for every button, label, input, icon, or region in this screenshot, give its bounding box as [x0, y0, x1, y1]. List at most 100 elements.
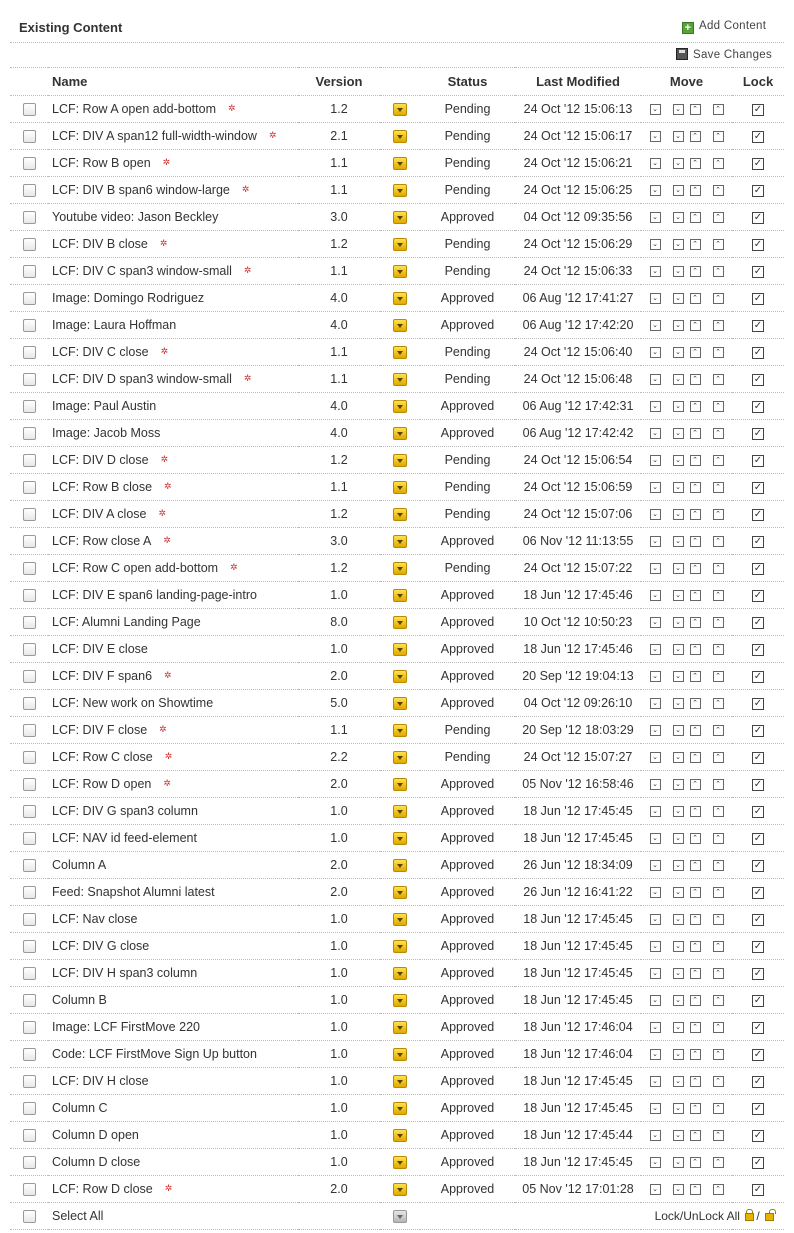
version-dropdown-icon[interactable]: [393, 562, 407, 576]
move-down-icon[interactable]: ⌄: [672, 671, 684, 683]
move-down-icon[interactable]: ⌄: [672, 779, 684, 791]
move-up-icon[interactable]: ⌃: [689, 725, 701, 737]
row-name[interactable]: LCF: DIV G close: [52, 939, 149, 953]
version-dropdown-icon[interactable]: [393, 157, 407, 171]
row-checkbox[interactable]: [22, 1021, 36, 1035]
row-name[interactable]: LCF: DIV B close: [52, 237, 148, 251]
row-checkbox[interactable]: [22, 886, 36, 900]
move-up-icon[interactable]: ⌃: [689, 1103, 701, 1115]
row-checkbox[interactable]: [22, 562, 36, 576]
move-up-icon[interactable]: ⌃: [689, 185, 701, 197]
move-bottom-icon[interactable]: ⌄: [649, 401, 661, 413]
move-down-icon[interactable]: ⌄: [672, 1184, 684, 1196]
row-checkbox[interactable]: [22, 805, 36, 819]
row-name[interactable]: LCF: Row B open: [52, 156, 151, 170]
row-name[interactable]: LCF: NAV id feed-element: [52, 831, 197, 845]
lock-checkbox-icon[interactable]: ✓: [752, 1021, 764, 1034]
move-down-icon[interactable]: ⌄: [672, 401, 684, 413]
move-bottom-icon[interactable]: ⌄: [649, 239, 661, 251]
move-bottom-icon[interactable]: ⌄: [649, 806, 661, 818]
move-top-icon[interactable]: ⌃: [712, 914, 724, 926]
move-down-icon[interactable]: ⌄: [672, 320, 684, 332]
lock-checkbox-icon[interactable]: ✓: [752, 1102, 764, 1115]
lock-checkbox-icon[interactable]: ✓: [752, 859, 764, 872]
move-up-icon[interactable]: ⌃: [689, 131, 701, 143]
move-bottom-icon[interactable]: ⌄: [649, 617, 661, 629]
lock-checkbox-icon[interactable]: ✓: [752, 211, 764, 224]
move-bottom-icon[interactable]: ⌄: [649, 1157, 661, 1169]
move-down-icon[interactable]: ⌄: [672, 185, 684, 197]
move-down-icon[interactable]: ⌄: [672, 968, 684, 980]
lock-checkbox-icon[interactable]: ✓: [752, 427, 764, 440]
move-up-icon[interactable]: ⌃: [689, 860, 701, 872]
move-down-icon[interactable]: ⌄: [672, 617, 684, 629]
move-bottom-icon[interactable]: ⌄: [649, 833, 661, 845]
row-name[interactable]: Image: Laura Hoffman: [52, 318, 176, 332]
move-up-icon[interactable]: ⌃: [689, 293, 701, 305]
row-name[interactable]: LCF: DIV E span6 landing-page-intro: [52, 588, 257, 602]
row-name[interactable]: LCF: Row B close: [52, 480, 152, 494]
version-dropdown-icon[interactable]: [393, 103, 407, 117]
move-down-icon[interactable]: ⌄: [672, 806, 684, 818]
lock-checkbox-icon[interactable]: ✓: [752, 967, 764, 980]
row-checkbox[interactable]: [22, 940, 36, 954]
row-name[interactable]: Image: Domingo Rodriguez: [52, 291, 204, 305]
version-dropdown-icon[interactable]: [393, 886, 407, 900]
row-name[interactable]: LCF: Row D open: [52, 777, 151, 791]
row-checkbox[interactable]: [22, 751, 36, 765]
row-checkbox[interactable]: [22, 697, 36, 711]
row-checkbox[interactable]: [22, 1048, 36, 1062]
move-bottom-icon[interactable]: ⌄: [649, 428, 661, 440]
move-top-icon[interactable]: ⌃: [712, 482, 724, 494]
move-top-icon[interactable]: ⌃: [712, 617, 724, 629]
lock-checkbox-icon[interactable]: ✓: [752, 724, 764, 737]
move-up-icon[interactable]: ⌃: [689, 563, 701, 575]
move-up-icon[interactable]: ⌃: [689, 482, 701, 494]
row-checkbox[interactable]: [22, 1156, 36, 1170]
move-up-icon[interactable]: ⌃: [689, 374, 701, 386]
version-dropdown-icon[interactable]: [393, 1075, 407, 1089]
row-name[interactable]: LCF: DIV D close: [52, 453, 149, 467]
row-name[interactable]: Column C: [52, 1101, 108, 1115]
row-checkbox[interactable]: [22, 535, 36, 549]
row-name[interactable]: LCF: New work on Showtime: [52, 696, 213, 710]
row-name[interactable]: LCF: DIV C span3 window-small: [52, 264, 232, 278]
lock-checkbox-icon[interactable]: ✓: [752, 616, 764, 629]
move-down-icon[interactable]: ⌄: [672, 590, 684, 602]
unlock-all-padlock-icon[interactable]: [765, 1209, 776, 1221]
move-top-icon[interactable]: ⌃: [712, 1049, 724, 1061]
row-checkbox[interactable]: [22, 1183, 36, 1197]
row-name[interactable]: LCF: Row A open add-bottom: [52, 102, 216, 116]
row-name[interactable]: LCF: DIV F span6: [52, 669, 152, 683]
row-checkbox[interactable]: [22, 913, 36, 927]
move-down-icon[interactable]: ⌄: [672, 1103, 684, 1115]
version-dropdown-icon[interactable]: [393, 589, 407, 603]
move-down-icon[interactable]: ⌄: [672, 131, 684, 143]
move-up-icon[interactable]: ⌃: [689, 1184, 701, 1196]
row-name[interactable]: LCF: DIV D span3 window-small: [52, 372, 232, 386]
row-name[interactable]: LCF: DIV A close: [52, 507, 146, 521]
move-up-icon[interactable]: ⌃: [689, 914, 701, 926]
lock-checkbox-icon[interactable]: ✓: [752, 1156, 764, 1169]
move-top-icon[interactable]: ⌃: [712, 590, 724, 602]
lock-checkbox-icon[interactable]: ✓: [752, 1183, 764, 1196]
move-down-icon[interactable]: ⌄: [672, 104, 684, 116]
move-up-icon[interactable]: ⌃: [689, 752, 701, 764]
row-checkbox[interactable]: [22, 103, 36, 117]
lock-checkbox-icon[interactable]: ✓: [752, 805, 764, 818]
move-down-icon[interactable]: ⌄: [672, 995, 684, 1007]
move-bottom-icon[interactable]: ⌄: [649, 509, 661, 521]
move-bottom-icon[interactable]: ⌄: [649, 455, 661, 467]
row-name[interactable]: LCF: DIV F close: [52, 723, 147, 737]
version-dropdown-icon[interactable]: [393, 1021, 407, 1035]
move-down-icon[interactable]: ⌄: [672, 914, 684, 926]
row-checkbox[interactable]: [22, 670, 36, 684]
move-bottom-icon[interactable]: ⌄: [649, 1130, 661, 1142]
move-top-icon[interactable]: ⌃: [712, 698, 724, 710]
lock-checkbox-icon[interactable]: ✓: [752, 400, 764, 413]
version-dropdown-icon[interactable]: [393, 454, 407, 468]
move-bottom-icon[interactable]: ⌄: [649, 104, 661, 116]
move-bottom-icon[interactable]: ⌄: [649, 158, 661, 170]
move-top-icon[interactable]: ⌃: [712, 185, 724, 197]
lock-checkbox-icon[interactable]: ✓: [752, 913, 764, 926]
